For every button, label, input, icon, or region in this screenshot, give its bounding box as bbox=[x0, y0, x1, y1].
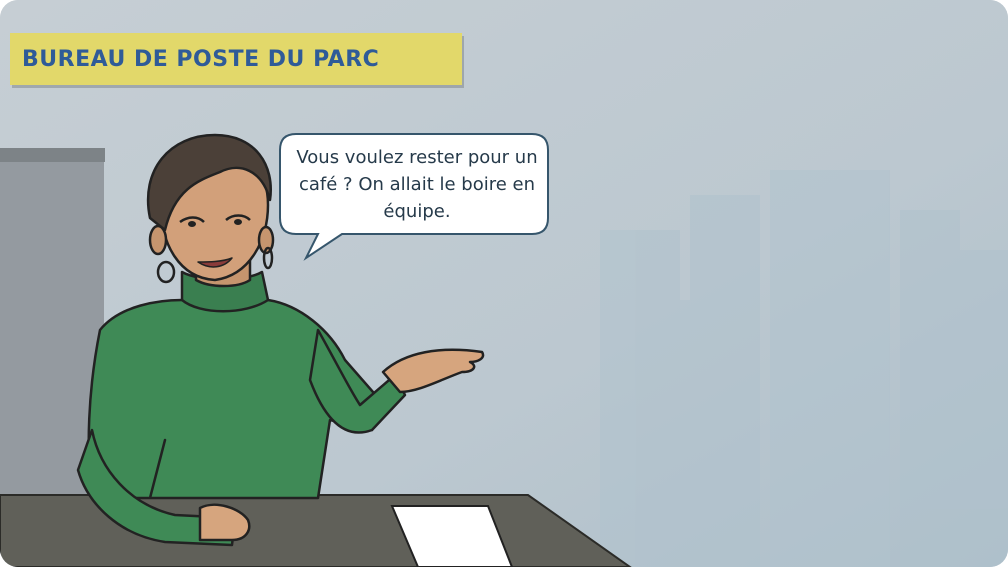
comic-panel: BUREAU DE POSTE DU PARC Vous voulez rest… bbox=[0, 0, 1008, 567]
desk bbox=[0, 494, 632, 567]
speech-bubble-text: Vous voulez rester pour un café ? On all… bbox=[296, 147, 538, 222]
location-banner: BUREAU DE POSTE DU PARC bbox=[10, 33, 462, 85]
location-label: BUREAU DE POSTE DU PARC bbox=[22, 46, 380, 72]
scene-illustration bbox=[0, 0, 1008, 567]
